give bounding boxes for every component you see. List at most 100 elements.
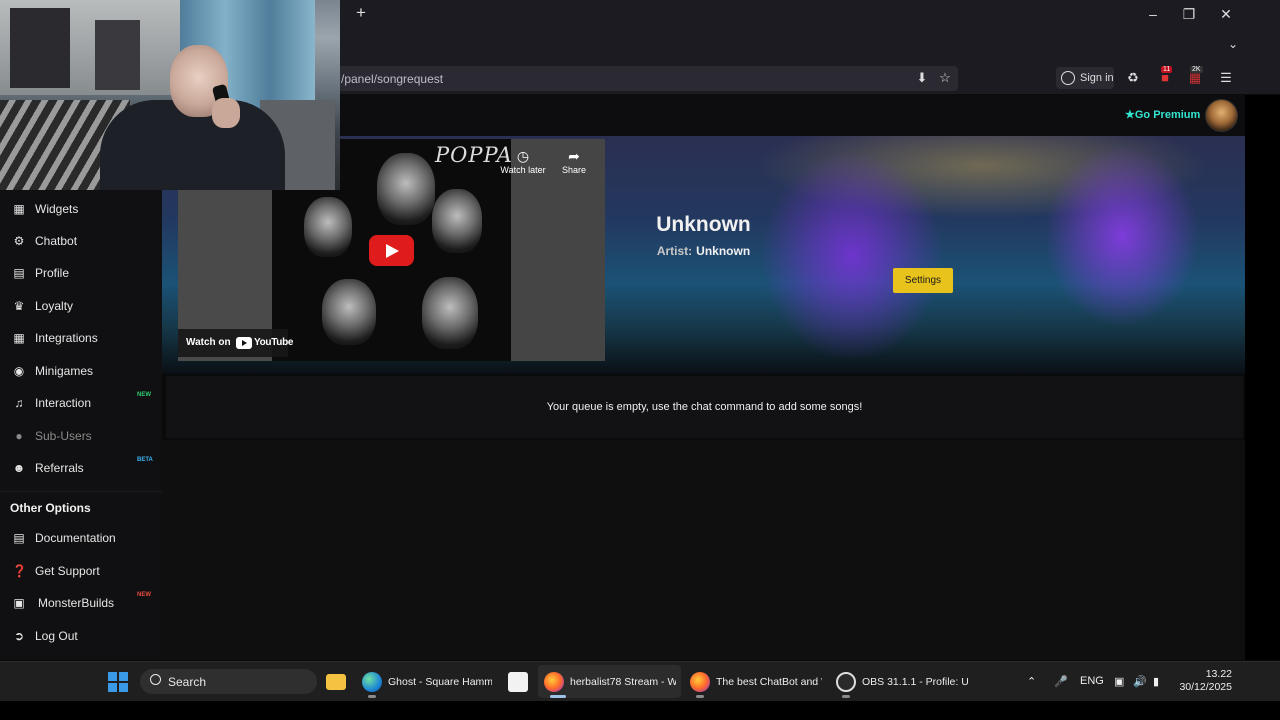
- sidebar-item-interaction[interactable]: ♫ Interaction NEW: [0, 390, 162, 416]
- system-clock[interactable]: 13.22 30/12/2025: [1176, 668, 1232, 694]
- go-premium-label: Go Premium: [1134, 109, 1201, 121]
- sidebar-item-log-out[interactable]: ➲ Log Out: [0, 623, 162, 649]
- close-window-button[interactable]: ✕: [1213, 4, 1239, 24]
- running-indicator: [550, 695, 566, 698]
- sidebar-item-loyalty[interactable]: ♛ Loyalty: [0, 293, 162, 319]
- windows-start-icon[interactable]: [108, 672, 128, 692]
- youtube-wordmark: YouTube: [254, 337, 294, 348]
- play-button[interactable]: [369, 235, 414, 266]
- running-indicator: [696, 695, 704, 698]
- obs-icon: [836, 672, 856, 692]
- sidebar-item-minigames[interactable]: ◉ Minigames: [0, 358, 162, 384]
- watch-on-label: Watch on: [186, 337, 231, 348]
- book-icon: ▤: [13, 531, 25, 545]
- robot-icon: ⚙: [13, 234, 25, 248]
- volume-icon[interactable]: 🔊: [1133, 675, 1147, 688]
- sidebar-divider: [0, 491, 162, 492]
- sidebar-item-label: Loyalty: [35, 299, 74, 313]
- edge-icon: [362, 672, 382, 692]
- user-plus-icon: ☻: [12, 461, 26, 475]
- sidebar-item-label: MonsterBuilds: [38, 596, 115, 610]
- sidebar-item-monsterbuilds[interactable]: ▣ MonsterBuilds NEW: [0, 590, 162, 616]
- watch-later-button[interactable]: ◷ Watch later: [495, 147, 551, 175]
- sidebar-item-integrations[interactable]: ▦ Integrations: [0, 325, 162, 351]
- show-hidden-icons-chevron-icon[interactable]: ⌃: [1027, 675, 1036, 688]
- sidebar-item-label: Get Support: [35, 564, 100, 578]
- sidebar-item-get-support[interactable]: ❓ Get Support: [0, 558, 162, 584]
- search-icon: [150, 674, 161, 685]
- running-indicator: [842, 695, 850, 698]
- content-area: [162, 440, 1245, 660]
- screen-bottom-border: [0, 701, 1280, 720]
- taskbar-firefox-window-1[interactable]: herbalist78 Stream - Wa: [538, 665, 681, 698]
- other-options-heading: Other Options: [10, 501, 91, 515]
- grid-icon: ▦: [13, 202, 25, 216]
- sidebar-item-label: Sub-Users: [35, 429, 92, 443]
- sidebar-item-label: Profile: [35, 266, 70, 280]
- taskbar-app-label: Ghost - Square Hamme: [388, 676, 492, 688]
- sidebar-item-widgets[interactable]: ▦ Widgets: [0, 196, 162, 222]
- list-all-tabs-chevron-icon[interactable]: ⌄: [1228, 37, 1238, 51]
- id-card-icon: ▤: [13, 266, 25, 280]
- firefox-icon: [690, 672, 710, 692]
- sidebar-item-documentation[interactable]: ▤ Documentation: [0, 525, 162, 551]
- clock-time: 13.22: [1205, 668, 1232, 680]
- share-button[interactable]: ➦ Share: [546, 147, 602, 175]
- user-avatar[interactable]: [1205, 99, 1238, 132]
- file-explorer-icon: [326, 674, 346, 690]
- bookmark-star-icon[interactable]: ☆: [937, 70, 953, 86]
- taskbar-store[interactable]: [502, 665, 534, 698]
- running-indicator: [368, 695, 376, 698]
- webcam-hanging-clothes: [95, 20, 140, 90]
- address-bar-url: /panel/songrequest: [341, 72, 444, 86]
- webcam-hanging-clothes: [10, 8, 70, 88]
- taskbar-search-box[interactable]: Search: [140, 669, 317, 694]
- settings-button[interactable]: Settings: [893, 268, 953, 293]
- sidebar-item-referrals[interactable]: ☻ Referrals BETA: [0, 455, 162, 481]
- install-page-icon[interactable]: ⬇: [914, 70, 930, 86]
- taskbar-obs-window[interactable]: OBS 31.1.1 - Profile: Unti: [830, 665, 973, 698]
- extensions-puzzle-icon[interactable]: ♻: [1124, 69, 1142, 87]
- taskbar-app-label: herbalist78 Stream - Wa: [570, 676, 676, 688]
- webcam-hand: [212, 98, 240, 128]
- microphone-icon[interactable]: 🎤: [1054, 675, 1068, 688]
- restore-button[interactable]: ❐: [1176, 4, 1202, 24]
- sidebar: ▦ Widgets ⚙ Chatbot ▤ Profile ♛ Loyalty …: [0, 136, 162, 660]
- clock-icon: ◷: [516, 148, 530, 164]
- trophy-icon: ♛: [13, 299, 25, 313]
- sidebar-item-label: Log Out: [35, 629, 78, 643]
- watch-on-youtube-button[interactable]: Watch on YouTube: [178, 329, 294, 357]
- new-tab-button[interactable]: +: [352, 4, 370, 22]
- webcam-overlay: [0, 0, 340, 190]
- question-icon: ❓: [12, 564, 27, 578]
- sidebar-item-profile[interactable]: ▤ Profile: [0, 260, 162, 286]
- search-label: Search: [168, 675, 207, 689]
- language-indicator[interactable]: ENG: [1080, 675, 1104, 687]
- taskbar-edge-window[interactable]: Ghost - Square Hamme: [356, 665, 496, 698]
- sidebar-item-label: Interaction: [35, 396, 92, 410]
- sidebar-item-label: Chatbot: [35, 234, 78, 248]
- artist-label: Artist:: [656, 244, 693, 258]
- sidebar-item-label: Documentation: [35, 531, 116, 545]
- music-icon: ♫: [14, 396, 24, 410]
- go-premium-link[interactable]: ★Go Premium: [1125, 108, 1200, 121]
- band-member-face: [304, 197, 352, 257]
- sidebar-item-chatbot[interactable]: ⚙ Chatbot: [0, 228, 162, 254]
- sign-in-button[interactable]: Sign in: [1056, 67, 1114, 89]
- minimize-button[interactable]: –: [1140, 4, 1166, 24]
- taskbar-file-explorer[interactable]: [320, 665, 352, 698]
- network-icon[interactable]: ▣: [1114, 675, 1124, 688]
- taskbar-app-label: OBS 31.1.1 - Profile: Unti: [862, 676, 968, 688]
- queue-empty-message: Your queue is empty, use the chat comman…: [546, 401, 863, 413]
- menu-hamburger-icon[interactable]: ☰: [1217, 69, 1235, 87]
- logout-icon: ➲: [13, 629, 25, 643]
- extension-badge: 11: [1161, 66, 1173, 73]
- account-icon: [1061, 71, 1075, 85]
- sign-in-label: Sign in: [1080, 72, 1114, 84]
- sidebar-item-label: Minigames: [35, 364, 94, 378]
- taskbar-firefox-window-2[interactable]: The best ChatBot and W: [684, 665, 827, 698]
- firefox-icon: [544, 672, 564, 692]
- sidebar-item-sub-users[interactable]: ● Sub-Users: [0, 423, 162, 449]
- star-icon: ★: [1125, 109, 1135, 121]
- battery-icon[interactable]: ▮: [1153, 675, 1159, 688]
